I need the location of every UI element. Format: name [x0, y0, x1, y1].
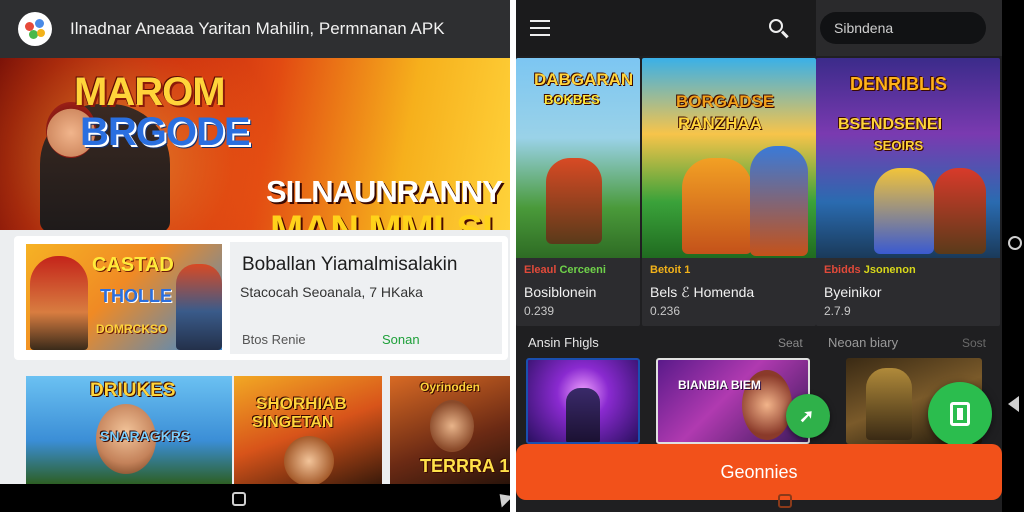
small-game-thumbnail[interactable]: BIANBIA BIEM: [656, 358, 810, 444]
card-art-title: DABGARAN: [534, 70, 634, 89]
left-panel: Ilnadnar Aneaaa Yaritan Mahilin, Permnan…: [0, 0, 510, 512]
section-header: Ansin Fhigls Seat Neoan biary Sost: [516, 330, 1002, 356]
right-panel: Sibndena DABGARAN BOKBES Eleaul Cerceeni…: [516, 0, 1002, 512]
thumb-label: TERRRA 1OG: [420, 456, 510, 476]
game-card-version: 2.7.9: [824, 304, 851, 318]
hero-logo-top: MAROM: [74, 70, 226, 114]
game-card[interactable]: DABGARAN BOKBES Eleaul Cerceeni Bosiblon…: [516, 58, 640, 326]
card-art-title: BORGADSE: [676, 92, 775, 111]
back-icon[interactable]: [1008, 396, 1019, 412]
featured-app-meta: Btos Renie: [242, 332, 306, 347]
thumb-label: DRIUKES: [90, 380, 176, 401]
docs-icon: [950, 402, 970, 426]
card-art-subtitle: BSENDSENEI: [838, 116, 943, 133]
featured-app-title: Boballan Yiamalmisalakin: [242, 254, 458, 275]
featured-app-info: Boballan Yiamalmisalakin Stacocah Seoana…: [230, 242, 502, 354]
game-card-version: 0.239: [524, 304, 555, 318]
system-nav-bar: [0, 484, 510, 512]
small-thumb-label: BIANBIA BIEM: [678, 378, 761, 392]
recents-icon[interactable]: [232, 492, 246, 506]
featured-app-subtitle: Stacocah Seoanala, 7 HKaka: [240, 284, 423, 300]
thumb-title: CASTAD: [92, 254, 174, 276]
game-card-tags: Eleaul Cerceeni: [524, 264, 606, 276]
card-art-subtitle: BOKBES: [544, 92, 600, 107]
game-card-art: DENRIBLIS BSENDSENEI SEOIRS: [816, 58, 1000, 258]
hero-banner[interactable]: MAROM BRGODE SILNAUNRANNY MAN MMLSI: [0, 58, 510, 230]
section-see-all[interactable]: Seat: [778, 336, 803, 350]
section-title-secondary: Neoan biary: [828, 335, 899, 350]
thumb-label: Oyrinoden: [420, 380, 481, 394]
hero-logo-bottom: BRGODE: [80, 110, 251, 154]
card-art-caption: SEOIRS: [874, 138, 924, 153]
primary-cta-button[interactable]: Geonnies: [516, 444, 1002, 500]
home-icon[interactable]: [1008, 236, 1022, 250]
game-card[interactable]: DENRIBLIS BSENDSENEI SEOIRS Ebidds Jsone…: [816, 58, 1000, 326]
primary-cta-label: Geonnies: [720, 462, 798, 482]
card-art-title: DENRIBLIS: [850, 74, 948, 94]
search-input[interactable]: Sibndena: [820, 12, 986, 44]
search-text: Sibndena: [834, 20, 894, 36]
thumb-subtitle: THOLLE: [100, 286, 172, 306]
thumb-caption: DOMRCKSO: [96, 322, 168, 336]
game-thumbnail[interactable]: SHORHIAB SINGETAN: [234, 376, 382, 484]
featured-app-card[interactable]: CASTAD THOLLE DOMRCKSO Boballan Yiamalmi…: [14, 236, 508, 360]
app-title: Ilnadnar Aneaaa Yaritan Mahilin, Permnan…: [70, 19, 445, 38]
game-card-name: Byeinikor: [824, 284, 882, 300]
game-thumbnail[interactable]: Oyrinoden TERRRA 1OG: [390, 376, 510, 484]
share-fab[interactable]: ➚: [786, 394, 830, 438]
system-nav-rail: [1002, 0, 1024, 512]
game-card[interactable]: BORGADSE RANZHAA Betoit 1 Bels ℰ Homenda…: [642, 58, 816, 326]
search-toolbar: Sibndena: [816, 0, 1002, 56]
recents-icon[interactable]: [778, 494, 792, 508]
game-card-name: Bosiblonein: [524, 284, 597, 300]
featured-app-thumbnail[interactable]: CASTAD THOLLE DOMRCKSO: [26, 244, 222, 350]
app-toolbar: [516, 0, 816, 56]
game-card-name: Bels ℰ Homenda: [650, 284, 755, 300]
thumb-label: SHORHIAB: [256, 394, 347, 413]
game-card-info: Ebidds Jsonenon Byeinikor 2.7.9: [816, 258, 1000, 326]
game-card-tags: Ebidds Jsonenon: [824, 264, 916, 276]
card-art-subtitle: RANZHAA: [678, 114, 763, 133]
hero-headline: SILNAUNRANNY: [266, 174, 503, 209]
game-card-info: Betoit 1 Bels ℰ Homenda 0.236: [642, 258, 816, 326]
game-card-version: 0.236: [650, 304, 681, 318]
back-icon[interactable]: [493, 488, 510, 508]
docs-fab[interactable]: [928, 382, 992, 446]
section-title: Ansin Fhigls: [528, 335, 599, 350]
app-header: Ilnadnar Aneaaa Yaritan Mahilin, Permnan…: [0, 0, 510, 58]
thumb-label: SNARAGKRS: [100, 428, 191, 444]
search-icon[interactable]: [768, 18, 790, 40]
menu-icon[interactable]: [530, 20, 550, 36]
featured-app-link[interactable]: Sonan: [382, 332, 420, 347]
share-icon: ➚: [799, 406, 815, 426]
game-thumbnail[interactable]: DRIUKES SNARAGKRS: [26, 376, 232, 484]
app-logo-icon[interactable]: [18, 12, 52, 46]
game-card-info: Eleaul Cerceeni Bosiblonein 0.239: [516, 258, 640, 326]
hero-subheadline: MAN MMLSI: [270, 208, 493, 230]
game-card-art: DABGARAN BOKBES: [516, 58, 640, 258]
section-see-all-secondary[interactable]: Sost: [962, 336, 986, 350]
game-card-art: BORGADSE RANZHAA: [642, 58, 816, 258]
small-game-thumbnail[interactable]: [526, 358, 640, 444]
game-card-tags: Betoit 1: [650, 264, 691, 276]
thumb-label: SINGETAN: [252, 414, 334, 431]
screen-root: Ilnadnar Aneaaa Yaritan Mahilin, Permnan…: [0, 0, 1024, 512]
